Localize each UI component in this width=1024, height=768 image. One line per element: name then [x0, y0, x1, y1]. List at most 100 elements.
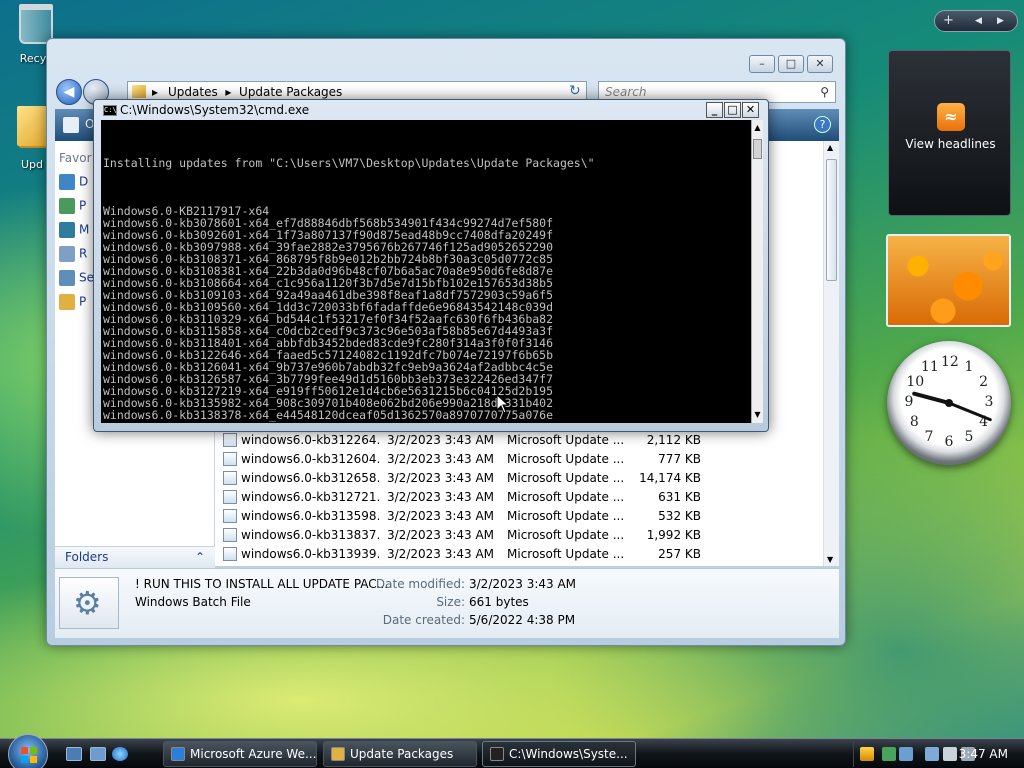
detail-created-label: Date created: — [382, 613, 465, 627]
switch-windows-icon[interactable] — [90, 747, 106, 761]
mouse-cursor-icon — [496, 394, 510, 414]
file-row[interactable]: windows6.0-kb312264... 3/2/2023 3:43 AM Mi… — [223, 431, 701, 450]
nav-item-public[interactable]: P — [59, 294, 86, 310]
view-headlines-link[interactable]: View headlines — [889, 137, 1012, 151]
folder-icon — [132, 85, 146, 98]
folders-toggle[interactable]: Folders ⌃ — [55, 546, 215, 568]
pictures-icon — [59, 198, 75, 214]
scrollbar-thumb[interactable] — [826, 159, 837, 281]
scroll-down-icon[interactable]: ▼ — [752, 409, 763, 421]
search-icon: ⚲ — [820, 85, 829, 99]
file-date: 3/2/2023 3:43 AM — [387, 452, 495, 466]
next-gadget-icon[interactable]: ▶ — [997, 16, 1004, 26]
cmd-minimize-button[interactable]: _ — [706, 102, 723, 118]
clock-hour-hand — [911, 391, 950, 405]
scroll-up-icon[interactable]: ▲ — [752, 122, 763, 134]
favorites-heading: Favor — [59, 151, 92, 165]
slideshow-gadget-photo[interactable] — [886, 234, 1011, 327]
console-scrollbar[interactable]: ▲ ▼ — [751, 120, 763, 423]
close-button[interactable]: ✕ — [807, 55, 833, 73]
nav-item-recently-changed[interactable]: R — [59, 246, 87, 262]
file-date: 3/2/2023 3:43 AM — [387, 509, 495, 523]
taskbar-button[interactable]: C:\Windows\Syste... — [482, 741, 636, 767]
taskbar-clock[interactable]: 3:47 AM — [959, 747, 1008, 761]
file-name: windows6.0-kb312721... — [241, 490, 379, 504]
organize-icon — [63, 117, 79, 133]
network-icon[interactable] — [882, 747, 896, 761]
file-size: 631 KB — [658, 490, 701, 504]
action-center-icon[interactable] — [899, 747, 913, 761]
file-type: Microsoft Update ... — [507, 452, 625, 466]
file-row[interactable]: windows6.0-kb313837... 3/2/2023 3:43 AM Mi… — [223, 526, 701, 545]
start-button[interactable] — [8, 734, 48, 768]
taskbar-button[interactable]: Microsoft Azure We... — [163, 741, 317, 767]
add-gadget-icon[interactable]: + — [943, 13, 954, 28]
taskbar-button[interactable]: Update Packages — [323, 741, 477, 767]
nav-item-music[interactable]: M — [59, 222, 89, 238]
detail-file-name: ! RUN THIS TO INSTALL ALL UPDATE PAC... — [135, 577, 389, 591]
file-type: Microsoft Update ... — [507, 547, 625, 561]
file-row[interactable]: windows6.0-kb313939... 3/2/2023 3:43 AM Mi… — [223, 545, 701, 564]
clock-gadget: 12 1 2 3 4 5 6 7 8 9 10 11 — [887, 341, 1011, 465]
file-name: windows6.0-kb312264... — [241, 433, 379, 447]
file-list-scrollbar[interactable]: ▲ ▼ — [823, 141, 839, 566]
file-row[interactable]: windows6.0-kb312604... 3/2/2023 3:43 AM Mi… — [223, 450, 701, 469]
display-icon[interactable] — [925, 747, 939, 761]
file-name: windows6.0-kb313939... — [241, 547, 379, 561]
update-package-icon — [223, 509, 237, 523]
file-row[interactable]: windows6.0-kb313598... 3/2/2023 3:43 AM Mi… — [223, 507, 701, 526]
clock-numeral: 1 — [964, 359, 974, 376]
volume-muted-icon[interactable] — [943, 747, 957, 761]
cmd-icon — [490, 747, 504, 761]
breadcrumb-separator-icon: ▸ — [221, 85, 236, 99]
notification-area: 3:47 AM — [853, 741, 1024, 767]
feed-headlines-gadget[interactable]: ≈ View headlines — [888, 50, 1011, 216]
previous-gadget-icon[interactable]: ◀ — [975, 16, 982, 26]
file-date: 3/2/2023 3:43 AM — [387, 547, 495, 561]
update-package-icon — [223, 490, 237, 504]
taskbar-button-label: Microsoft Azure We... — [190, 747, 317, 761]
console-line: windows6.0-kb3138378-x64_e44548120dceaf0… — [103, 408, 554, 422]
detail-size-label: Size: — [436, 595, 465, 609]
back-button[interactable]: ◀ — [56, 79, 82, 105]
update-package-icon — [223, 528, 237, 542]
file-row[interactable]: windows6.0-kb312721... 3/2/2023 3:43 AM Mi… — [223, 488, 701, 507]
file-date: 3/2/2023 3:43 AM — [387, 490, 495, 504]
file-row[interactable]: windows6.0-kb312658... 3/2/2023 3:43 AM Mi… — [223, 469, 701, 488]
back-arrow-icon: ◀ — [63, 84, 75, 100]
windows-logo-icon — [21, 747, 37, 763]
file-type: Microsoft Update ... — [507, 490, 625, 504]
console-output[interactable]: Installing updates from "C:\Users\VM7\De… — [101, 120, 751, 423]
file-size: 14,174 KB — [639, 471, 701, 485]
nav-item-documents[interactable]: D — [59, 174, 88, 190]
taskbar-button-label: C:\Windows\Syste... — [509, 747, 628, 761]
nav-item-pictures[interactable]: P — [59, 198, 86, 214]
scrollbar-thumb[interactable] — [753, 139, 762, 159]
update-package-icon — [223, 433, 237, 447]
cmd-close-button[interactable]: ✕ — [742, 102, 759, 118]
cmd-maximize-button[interactable]: □ — [724, 102, 741, 118]
help-icon[interactable]: ? — [814, 116, 831, 133]
file-size: 257 KB — [658, 547, 701, 561]
scroll-down-icon: ▼ — [827, 555, 834, 564]
breadcrumb-updates[interactable]: Updates — [168, 85, 218, 99]
cmd-window[interactable]: C:\ C:\Windows\System32\cmd.exe _ □ ✕ In… — [93, 99, 769, 432]
security-shield-icon[interactable] — [860, 747, 874, 761]
show-desktop-icon[interactable] — [66, 747, 82, 761]
minimize-button[interactable]: – — [749, 55, 775, 73]
file-size: 777 KB — [658, 452, 701, 466]
maximize-button[interactable]: □ — [778, 55, 804, 73]
internet-explorer-icon — [171, 747, 185, 761]
file-type: Microsoft Update ... — [507, 509, 625, 523]
file-name: windows6.0-kb312658... — [241, 471, 379, 485]
internet-explorer-icon[interactable] — [112, 747, 128, 761]
chevron-up-icon: ⌃ — [194, 550, 205, 564]
file-date: 3/2/2023 3:43 AM — [387, 471, 495, 485]
breadcrumb-update-packages[interactable]: Update Packages — [239, 85, 342, 99]
file-date: 3/2/2023 3:43 AM — [387, 433, 495, 447]
nav-item-searches[interactable]: Se — [59, 270, 94, 286]
clock-numeral: 6 — [944, 434, 954, 450]
file-name: windows6.0-kb312604... — [241, 452, 379, 466]
file-size: 2,112 KB — [646, 433, 701, 447]
search-placeholder: Search — [605, 85, 647, 99]
